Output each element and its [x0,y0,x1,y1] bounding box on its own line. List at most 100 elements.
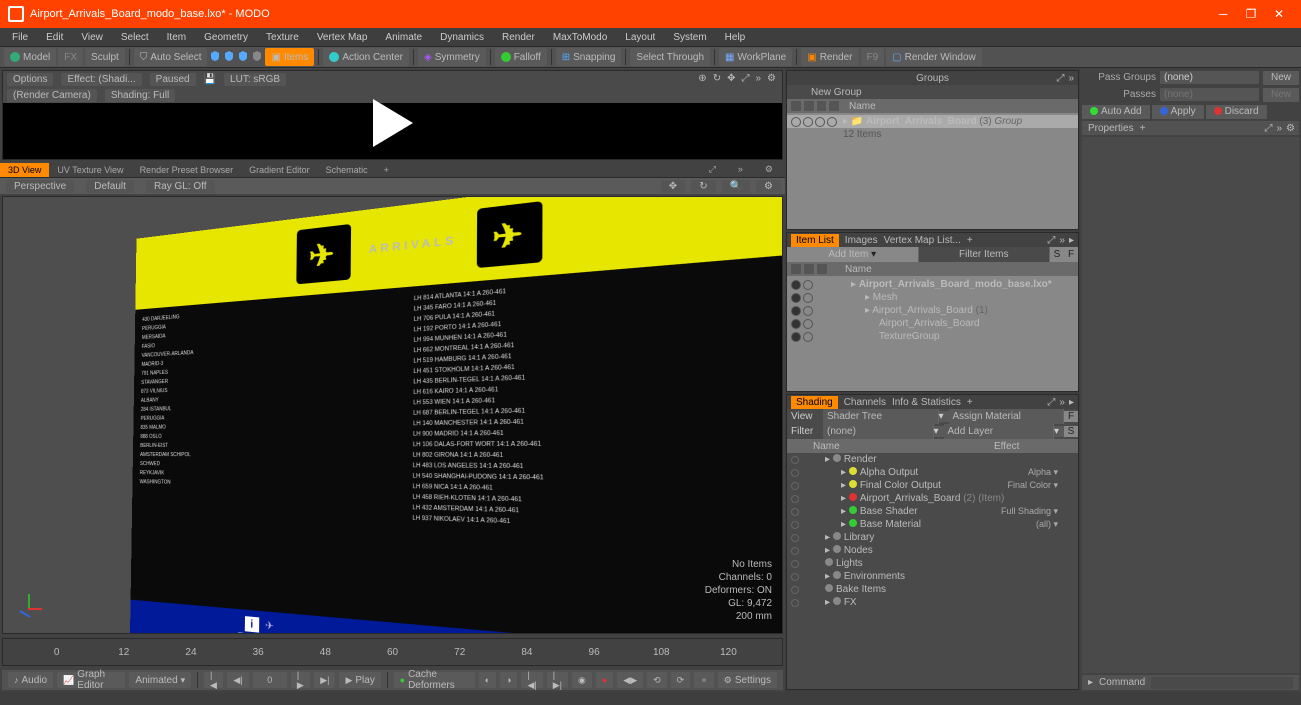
groups-expand-icon[interactable]: ⤢ [1056,73,1064,84]
assign-material-button[interactable]: Assign Material [949,409,1065,424]
shader-row[interactable]: ▸ Render [787,453,1078,466]
tab-shading[interactable]: Shading [791,396,838,409]
key-btn-8[interactable]: ⟲ [647,672,667,688]
preview-options[interactable]: Options [7,73,53,86]
cache-deformers-button[interactable]: ●Cache Deformers [394,672,475,688]
view-raygl[interactable]: Ray GL: Off [146,180,215,193]
auto-select-button[interactable]: ⛉Auto Select [134,48,208,66]
item-row[interactable]: ▸ Airport_Arrivals_Board (1) [787,304,1078,317]
addlayer-s-button[interactable]: S [1064,426,1078,437]
tab-add-shading[interactable]: + [967,397,973,408]
key-btn-6[interactable]: ● [596,672,613,688]
key-btn-10[interactable]: ⚬ [694,672,714,688]
preview-lut[interactable]: LUT: sRGB [224,73,286,86]
discard-button[interactable]: Discard [1206,105,1267,119]
menu-edit[interactable]: Edit [38,30,71,45]
workplane-button[interactable]: ▦WorkPlane [719,48,792,66]
render-window-button[interactable]: ▢Render Window [886,48,982,66]
vp-zoom-icon[interactable]: 🔍 [722,180,750,193]
maximize-button[interactable]: ❐ [1237,4,1265,24]
new-group-button[interactable]: New Group [811,87,862,98]
item-row[interactable]: Airport_Arrivals_Board [787,317,1078,330]
menu-file[interactable]: File [4,30,36,45]
select-through-button[interactable]: Select Through [630,48,710,66]
properties-tab[interactable]: Properties [1088,123,1134,134]
filter-none-dropdown[interactable]: (none) [823,424,934,439]
menu-geometry[interactable]: Geometry [196,30,256,45]
shader-row[interactable]: ▸ Environments [787,570,1078,583]
view-perspective[interactable]: Perspective [6,180,74,193]
filter-s-button[interactable]: S [1050,249,1064,260]
axis-gizmo[interactable] [13,593,43,623]
tab-itemlist[interactable]: Item List [791,234,839,247]
preview-collapse-icon[interactable]: » [755,73,761,84]
menu-maxtomodo[interactable]: MaxToModo [545,30,615,45]
prev-frame-button[interactable]: ◀| [227,672,248,688]
render-button[interactable]: ▣Render [801,48,858,66]
preview-shading[interactable]: Shading: Full [105,89,175,102]
assign-f-button[interactable]: F [1064,411,1078,422]
preview-effect[interactable]: Effect: (Shadi... [61,73,141,86]
close-button[interactable]: ✕ [1265,4,1293,24]
shield-icon-2[interactable] [223,50,235,65]
menu-help[interactable]: Help [717,30,754,45]
vp-rotate-icon[interactable]: ↻ [691,180,715,193]
shield-icon-1[interactable] [209,50,221,65]
minimize-button[interactable]: ─ [1209,4,1237,24]
key-btn-9[interactable]: ⟳ [671,672,691,688]
item-row[interactable]: ▸ Mesh [787,291,1078,304]
tab-images[interactable]: Images [845,235,878,246]
itemlist-menu-icon[interactable]: ▸ [1069,235,1074,246]
shader-row[interactable]: ▸ Library [787,531,1078,544]
props-expand-icon[interactable]: ⤢ [1264,123,1272,134]
tab-add-itemlist[interactable]: + [967,235,973,246]
item-row[interactable]: ▸ Airport_Arrivals_Board_modo_base.lxo* [787,278,1078,291]
next-frame-button[interactable]: |▶ [291,672,310,688]
view-collapse-icon[interactable]: » [730,162,751,177]
menu-select[interactable]: Select [113,30,157,45]
goto-end-button[interactable]: ▶| [314,672,335,688]
menu-layout[interactable]: Layout [617,30,663,45]
3d-viewport[interactable]: ✈ ARRIVALS ✈ 430 DARJEELINGPERUGGIAMERSA… [2,196,783,634]
key-btn-2[interactable]: ◑ [500,672,517,688]
shading-menu-icon[interactable]: ▸ [1069,397,1074,408]
apply-button[interactable]: Apply [1152,105,1204,119]
view-expand-icon[interactable]: ⤢ [701,162,724,177]
model-mode-button[interactable]: Model [4,48,56,66]
timeline[interactable]: 012 2436 4860 7284 96108 120 [2,638,783,666]
new-passgroup-button[interactable]: New [1263,71,1299,85]
auto-add-button[interactable]: Auto Add [1082,105,1150,119]
preview-expand-icon[interactable]: ⤢ [741,73,749,84]
preview-zoom-icon[interactable]: ⊕ [698,73,706,84]
play-button[interactable]: ▶Play [339,672,380,688]
shader-row[interactable]: ▸ Alpha OutputAlpha ▾ [787,466,1078,479]
tab-vertexmaplist[interactable]: Vertex Map List... [884,235,961,246]
shader-tree-dropdown[interactable]: Shader Tree [823,409,939,424]
shader-row[interactable]: ▸ FX [787,596,1078,609]
tab-uvtexture[interactable]: UV Texture View [49,163,131,177]
vp-pan-icon[interactable]: ✥ [661,180,685,193]
shader-row[interactable]: ▸ Base Material(all) ▾ [787,518,1078,531]
goto-start-button[interactable]: |◀ [204,672,223,688]
key-btn-1[interactable]: ◐ [479,672,496,688]
tab-channels[interactable]: Channels [844,397,886,408]
tab-add[interactable]: + [376,163,397,177]
filter-items-field[interactable]: Filter Items [919,247,1051,262]
graph-editor-button[interactable]: 📈Graph Editor [57,672,125,688]
menu-system[interactable]: System [665,30,714,45]
shading-collapse-icon[interactable]: » [1059,397,1065,408]
action-center-button[interactable]: Action Center [323,48,409,66]
sculpt-mode-button[interactable]: Sculpt [85,48,125,66]
vp-gear-icon[interactable]: ⚙ [756,180,781,193]
passes-dropdown[interactable]: (none) [1160,88,1259,101]
key-btn-7[interactable]: ◀▶ [617,672,643,688]
preview-refresh-icon[interactable]: ↻ [713,73,721,84]
add-layer-dropdown[interactable]: Add Layer [944,424,1055,439]
preview-camera[interactable]: (Render Camera) [7,89,97,102]
preview-save-icon[interactable]: 💾 [204,74,216,85]
filter-f-button[interactable]: F [1064,249,1078,260]
view-gear-icon[interactable]: ⚙ [757,162,781,177]
animated-dropdown[interactable]: Animated ▾ [129,672,191,688]
shader-row[interactable]: ▸ Airport_Arrivals_Board (2) (Item) [787,492,1078,505]
shader-row[interactable]: Lights [787,557,1078,570]
